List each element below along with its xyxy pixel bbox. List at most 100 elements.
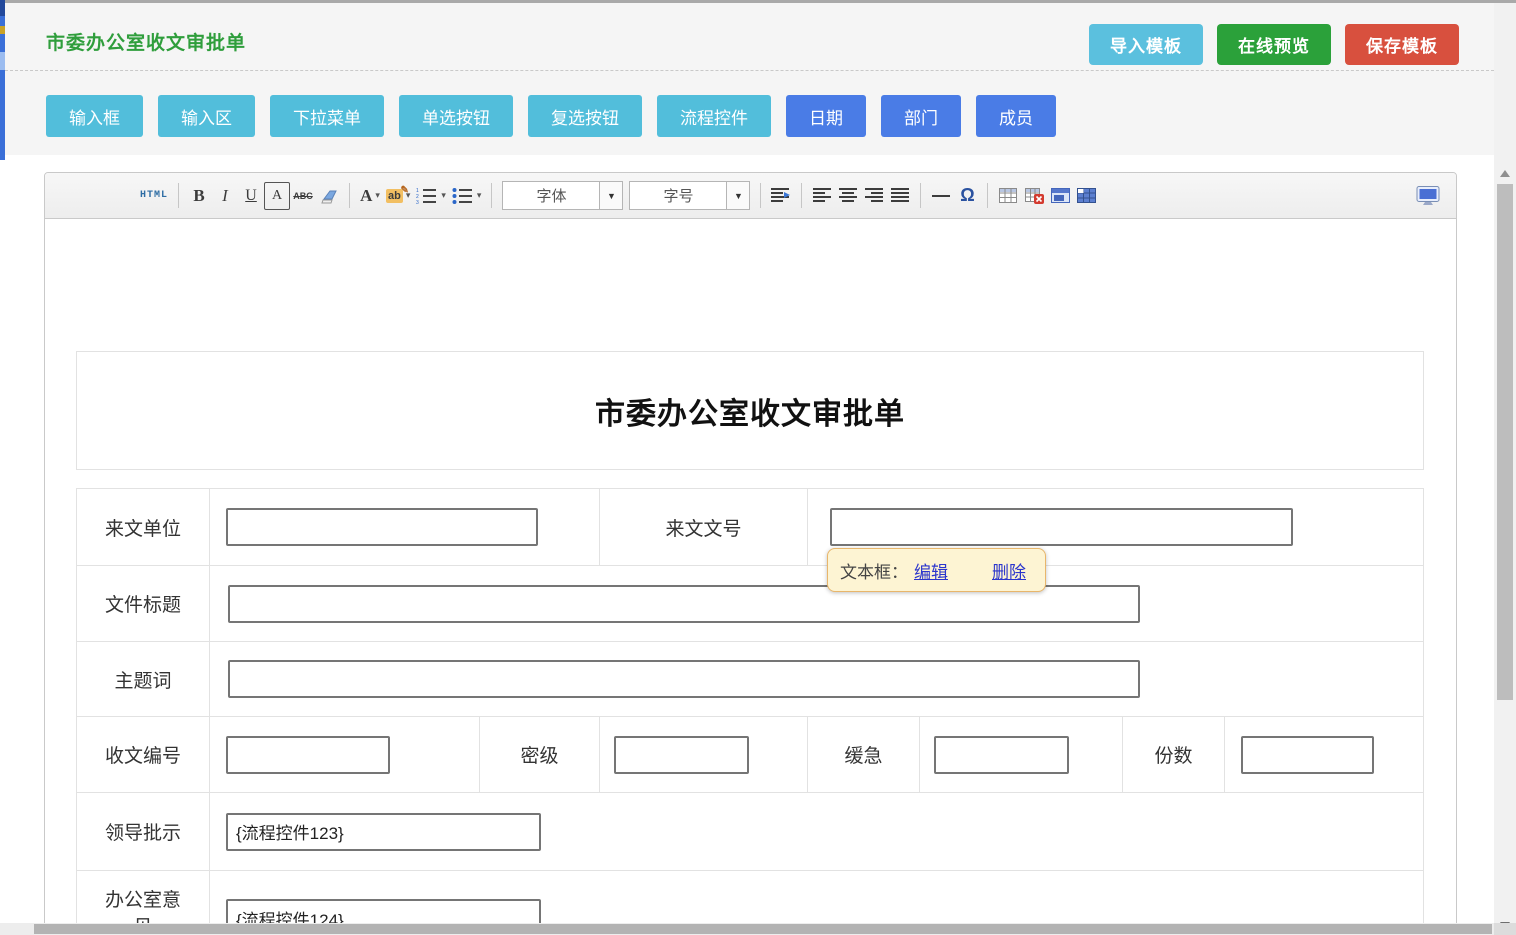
chevron-down-icon[interactable]: ▼ (726, 182, 749, 209)
secrecy-level-cell (599, 717, 807, 792)
align-justify-icon[interactable] (887, 182, 913, 210)
font-family-select[interactable]: 字体 ▼ (502, 181, 623, 210)
leader-comments-label: 领导批示 (77, 793, 209, 870)
date-button[interactable]: 日期 (786, 95, 866, 137)
vertical-scrollbar-thumb[interactable] (1497, 184, 1513, 700)
input-box-button[interactable]: 输入框 (46, 95, 143, 137)
import-template-button[interactable]: 导入模板 (1089, 24, 1203, 65)
insert-table-icon[interactable] (995, 182, 1021, 210)
subject-words-label: 主题词 (77, 642, 209, 716)
receipt-number-cell (209, 717, 479, 792)
align-right-icon[interactable] (861, 182, 887, 210)
html-source-icon[interactable]: HTML (137, 182, 171, 210)
left-strip-notch (0, 52, 5, 70)
edit-link[interactable]: 编辑 (914, 558, 948, 583)
checkbox-button[interactable]: 复选按钮 (528, 95, 642, 137)
subject-words-input[interactable] (228, 660, 1140, 698)
incoming-unit-input[interactable] (226, 508, 538, 546)
toolbar-separator (760, 183, 761, 208)
eraser-icon[interactable] (316, 182, 342, 210)
copies-input[interactable] (1241, 736, 1374, 774)
fullscreen-icon[interactable] (1413, 182, 1443, 210)
table-row: 主题词 (77, 641, 1423, 716)
flow-control-button[interactable]: 流程控件 (657, 95, 771, 137)
chevron-down-icon[interactable]: ▼ (599, 182, 622, 209)
font-size-select[interactable]: 字号 ▼ (629, 181, 750, 210)
window-top-edge (0, 0, 1516, 3)
secrecy-level-input[interactable] (614, 736, 749, 774)
font-color-icon[interactable]: A▾ (357, 182, 383, 210)
toolbar-separator (178, 183, 179, 208)
svg-text:3: 3 (416, 200, 419, 204)
toolbar-separator (801, 183, 802, 208)
bold-icon[interactable]: B (186, 182, 212, 210)
incoming-unit-cell (209, 489, 599, 565)
chevron-down-icon: ▾ (477, 190, 482, 201)
ordered-list-icon[interactable]: 1 2 3 ▾ (413, 182, 449, 210)
table-properties-icon[interactable] (1047, 182, 1073, 210)
urgency-label: 缓急 (807, 717, 919, 792)
delete-table-icon[interactable] (1021, 182, 1047, 210)
highlight-color-icon[interactable]: ab▾ (383, 182, 413, 210)
secrecy-level-label: 密级 (479, 717, 599, 792)
editor-toolbar: HTML B I U A ABC A▾ ab▾ 1 2 3 ▾ (45, 173, 1456, 219)
urgency-cell (919, 717, 1122, 792)
leader-comments-input[interactable] (226, 813, 541, 851)
online-preview-button[interactable]: 在线预览 (1217, 24, 1331, 65)
subject-words-cell (209, 642, 1423, 716)
special-char-icon[interactable]: Ω (954, 182, 980, 210)
delete-link[interactable]: 删除 (992, 558, 1026, 583)
left-strip-notch (0, 26, 5, 34)
align-center-icon[interactable] (835, 182, 861, 210)
left-strip-notch (0, 0, 5, 16)
document-title-cell (209, 566, 1423, 641)
table-row: 领导批示 (77, 792, 1423, 870)
indent-icon[interactable] (768, 182, 794, 210)
tooltip-label: 文本框： (840, 558, 908, 583)
department-button[interactable]: 部门 (881, 95, 961, 137)
underline-icon[interactable]: U (238, 182, 264, 210)
chevron-down-icon: ▾ (375, 190, 380, 201)
save-template-button[interactable]: 保存模板 (1345, 24, 1459, 65)
scroll-up-arrow-icon[interactable] (1494, 163, 1516, 183)
radio-button-button[interactable]: 单选按钮 (399, 95, 513, 137)
unordered-list-icon[interactable]: ▾ (449, 182, 485, 210)
incoming-unit-label: 来文单位 (77, 489, 209, 565)
page-title: 市委办公室收文审批单 (46, 28, 246, 55)
document-title: 市委办公室收文审批单 (595, 389, 905, 433)
receipt-number-label: 收文编号 (77, 717, 209, 792)
copies-label: 份数 (1122, 717, 1224, 792)
header-buttons: 导入模板 在线预览 保存模板 (1089, 24, 1459, 65)
horizontal-scrollbar-thumb[interactable] (34, 924, 1492, 934)
chevron-down-icon: ▾ (441, 190, 446, 201)
window-left-edge-strip (0, 0, 5, 160)
horizontal-scrollbar[interactable] (0, 923, 1494, 935)
rich-text-editor: HTML B I U A ABC A▾ ab▾ 1 2 3 ▾ (44, 172, 1457, 935)
dropdown-menu-button[interactable]: 下拉菜单 (270, 95, 384, 137)
text-style-icon[interactable]: A (264, 182, 290, 210)
receipt-number-input[interactable] (226, 736, 390, 774)
toolbar-separator (491, 183, 492, 208)
textbox-action-tooltip: 文本框： 编辑 删除 (827, 548, 1046, 592)
top-band: 市委办公室收文审批单 导入模板 在线预览 保存模板 输入框 输入区 下拉菜单 单… (5, 3, 1494, 155)
form-table: 来文单位 来文文号 文件标题 主题词 (76, 488, 1424, 934)
table-row: 来文单位 来文文号 (77, 489, 1423, 565)
input-area-button[interactable]: 输入区 (158, 95, 255, 137)
page-header: 市委办公室收文审批单 导入模板 在线预览 保存模板 (5, 3, 1494, 71)
table-row: 收文编号 密级 缓急 份数 (77, 716, 1423, 792)
member-button[interactable]: 成员 (976, 95, 1056, 137)
editor-document[interactable]: 市委办公室收文审批单 来文单位 来文文号 文件标题 主题词 (45, 219, 1456, 934)
document-number-label: 来文文号 (599, 489, 807, 565)
cell-properties-icon[interactable] (1073, 182, 1099, 210)
table-row: 文件标题 (77, 565, 1423, 641)
italic-icon[interactable]: I (212, 182, 238, 210)
copies-cell (1224, 717, 1423, 792)
vertical-scrollbar[interactable] (1494, 0, 1516, 935)
urgency-input[interactable] (934, 736, 1069, 774)
horizontal-rule-icon[interactable] (928, 182, 954, 210)
align-left-icon[interactable] (809, 182, 835, 210)
document-number-input[interactable] (830, 508, 1293, 546)
toolbar-separator (349, 183, 350, 208)
strikethrough-icon[interactable]: ABC (290, 182, 316, 210)
document-title-box: 市委办公室收文审批单 (76, 351, 1424, 470)
